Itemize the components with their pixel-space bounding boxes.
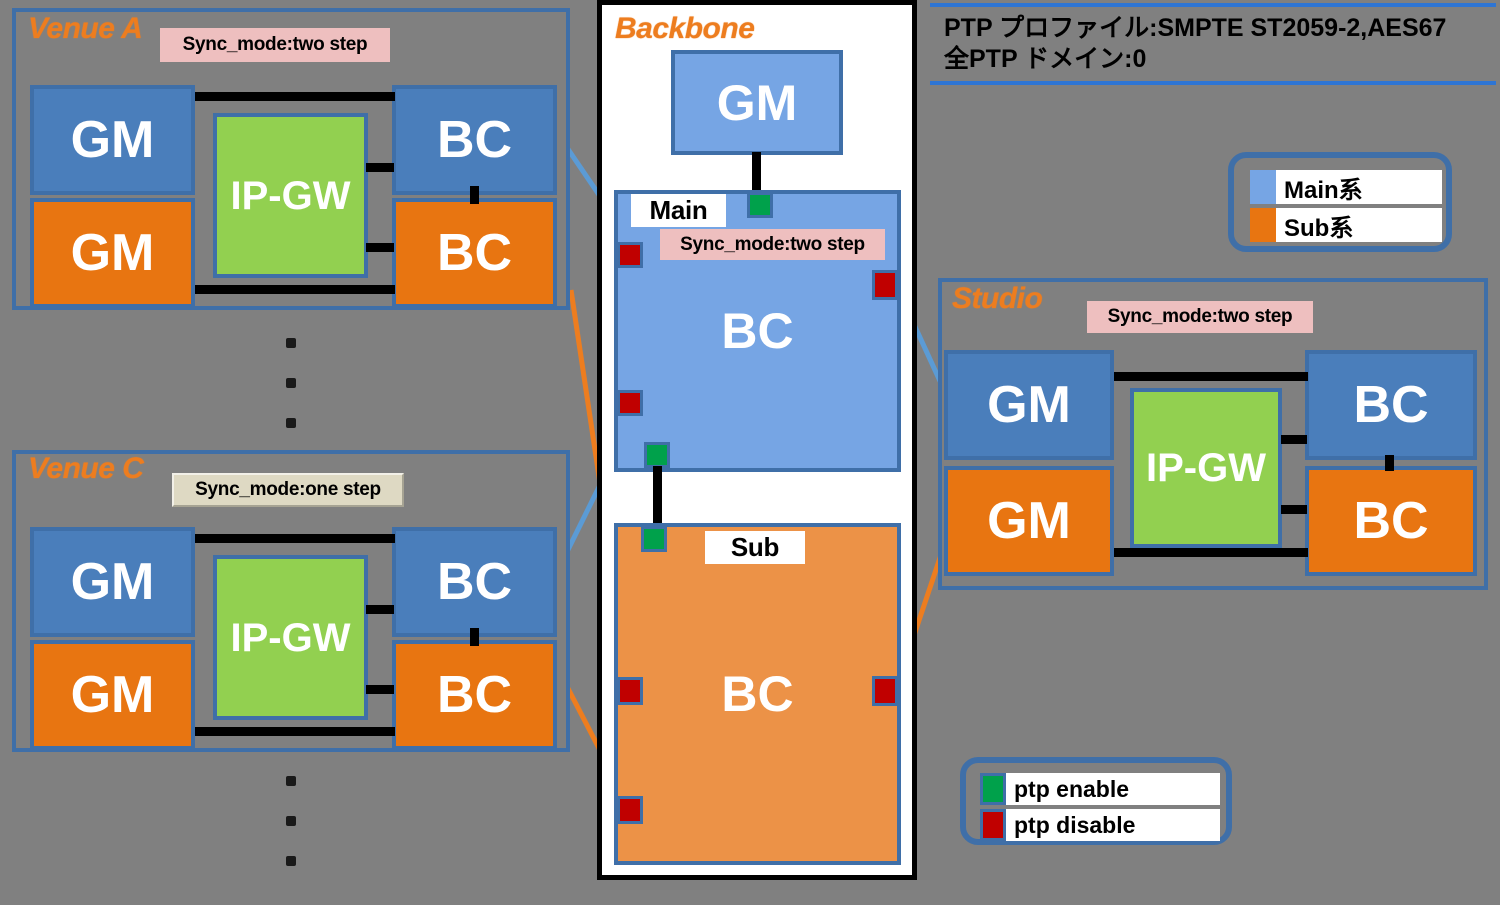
ptp-profile-info: PTP プロファイル:SMPTE ST2059-2,AES67 全PTP ドメイ…: [930, 3, 1496, 85]
venue-c-gm-main[interactable]: GM: [30, 527, 195, 637]
legend-row-ptp-disable: ptp disable: [980, 809, 1220, 841]
sub-color-swatch: [1250, 208, 1276, 242]
studio-link-gw-bc-main: [1281, 435, 1307, 444]
ellipsis-dot: [286, 418, 296, 428]
legend-row-ptp-enable: ptp enable: [980, 773, 1220, 805]
studio-bc-main[interactable]: BC: [1305, 350, 1477, 460]
studio-bc-sub[interactable]: BC: [1305, 466, 1477, 576]
backbone-main-port-left-upper[interactable]: [617, 242, 643, 268]
legend-label-sub: Sub系: [1284, 214, 1354, 242]
ellipsis-dot: [286, 338, 296, 348]
studio-gm-main[interactable]: GM: [944, 350, 1114, 460]
legend-label-ptp-enable: ptp enable: [1014, 775, 1130, 802]
legend-row-main: Main系: [1250, 170, 1442, 204]
studio-link-gm-main-bc: [1114, 372, 1308, 381]
venue-a-link-gw-bc-main: [366, 163, 394, 172]
backbone-sub-port-top-uplink[interactable]: [641, 526, 667, 552]
backbone-title: Backbone: [615, 12, 755, 45]
sync-mode-venue-a: Sync_mode:two step: [160, 28, 390, 62]
ellipsis-dot: [286, 816, 296, 826]
venue-a-link-gm-sub-bc: [195, 285, 395, 294]
backbone-sub-bc[interactable]: BC: [614, 523, 901, 865]
studio-link-bc-main-bc-sub: [1385, 455, 1394, 471]
venue-a-link-gw-bc-sub: [366, 243, 394, 252]
venue-a-gm-main[interactable]: GM: [30, 85, 195, 195]
backbone-main-sync-mode: Sync_mode:two step: [660, 229, 885, 260]
backbone-sub-port-right-mid[interactable]: [872, 676, 898, 706]
backbone-main-port-top-uplink[interactable]: [747, 192, 773, 218]
ptp-enable-swatch: [980, 773, 1006, 805]
backbone-main-port-right-upper[interactable]: [872, 270, 898, 300]
venue-a-bc-main[interactable]: BC: [392, 85, 557, 195]
ellipsis-dot: [286, 776, 296, 786]
backbone-main-port-bottom-downlink[interactable]: [644, 442, 670, 468]
venue-c-ip-gw[interactable]: IP-GW: [213, 555, 368, 720]
backbone-gm[interactable]: GM: [671, 50, 843, 155]
venue-a-bc-sub[interactable]: BC: [392, 198, 557, 308]
venue-c-bc-sub[interactable]: BC: [392, 640, 557, 750]
legend-label-ptp-disable: ptp disable: [1014, 811, 1136, 838]
legend-system: Main系 Sub系: [1228, 152, 1452, 252]
studio-gm-sub[interactable]: GM: [944, 466, 1114, 576]
ptp-domain-line: 全PTP ドメイン:0: [944, 45, 1147, 74]
site-title-studio: Studio: [952, 282, 1043, 315]
venue-a-ip-gw[interactable]: IP-GW: [213, 113, 368, 278]
ptp-disable-swatch: [980, 809, 1006, 841]
studio-link-gm-sub-bc: [1114, 548, 1308, 557]
sync-mode-studio: Sync_mode:two step: [1087, 301, 1313, 333]
venue-c-link-gm-main-bc: [195, 534, 395, 543]
venue-c-link-gw-bc-main: [366, 605, 394, 614]
ellipsis-dot: [286, 856, 296, 866]
venue-c-bc-main[interactable]: BC: [392, 527, 557, 637]
main-color-swatch: [1250, 170, 1276, 204]
backbone-sub-port-left-upper[interactable]: [617, 677, 643, 705]
venue-a-link-bc-main-bc-sub: [470, 186, 479, 204]
backbone-main-port-left-lower[interactable]: [617, 390, 643, 416]
venue-c-link-gm-sub-bc: [195, 727, 395, 736]
site-title-venue-a: Venue A: [28, 12, 143, 45]
legend-ptp: ptp enable ptp disable: [960, 757, 1232, 845]
backbone-sub-badge: Sub: [705, 531, 805, 564]
backbone-main-badge: Main: [631, 194, 726, 227]
studio-link-gw-bc-sub: [1281, 505, 1307, 514]
site-title-venue-c: Venue C: [28, 452, 144, 485]
venue-c-link-gw-bc-sub: [366, 685, 394, 694]
studio-ip-gw[interactable]: IP-GW: [1130, 388, 1282, 548]
diagram-canvas: PTP プロファイル:SMPTE ST2059-2,AES67 全PTP ドメイ…: [0, 0, 1500, 905]
venue-c-gm-sub[interactable]: GM: [30, 640, 195, 750]
ptp-profile-line: PTP プロファイル:SMPTE ST2059-2,AES67: [944, 14, 1447, 42]
venue-a-gm-sub[interactable]: GM: [30, 198, 195, 308]
legend-label-main: Main系: [1284, 176, 1363, 204]
backbone-sub-port-left-lower[interactable]: [617, 796, 643, 824]
venue-a-link-gm-main-bc: [195, 92, 395, 101]
venue-c-link-bc-main-bc-sub: [470, 628, 479, 646]
sync-mode-venue-c: Sync_mode:one step: [172, 473, 404, 507]
ellipsis-dot: [286, 378, 296, 388]
legend-row-sub: Sub系: [1250, 208, 1442, 242]
